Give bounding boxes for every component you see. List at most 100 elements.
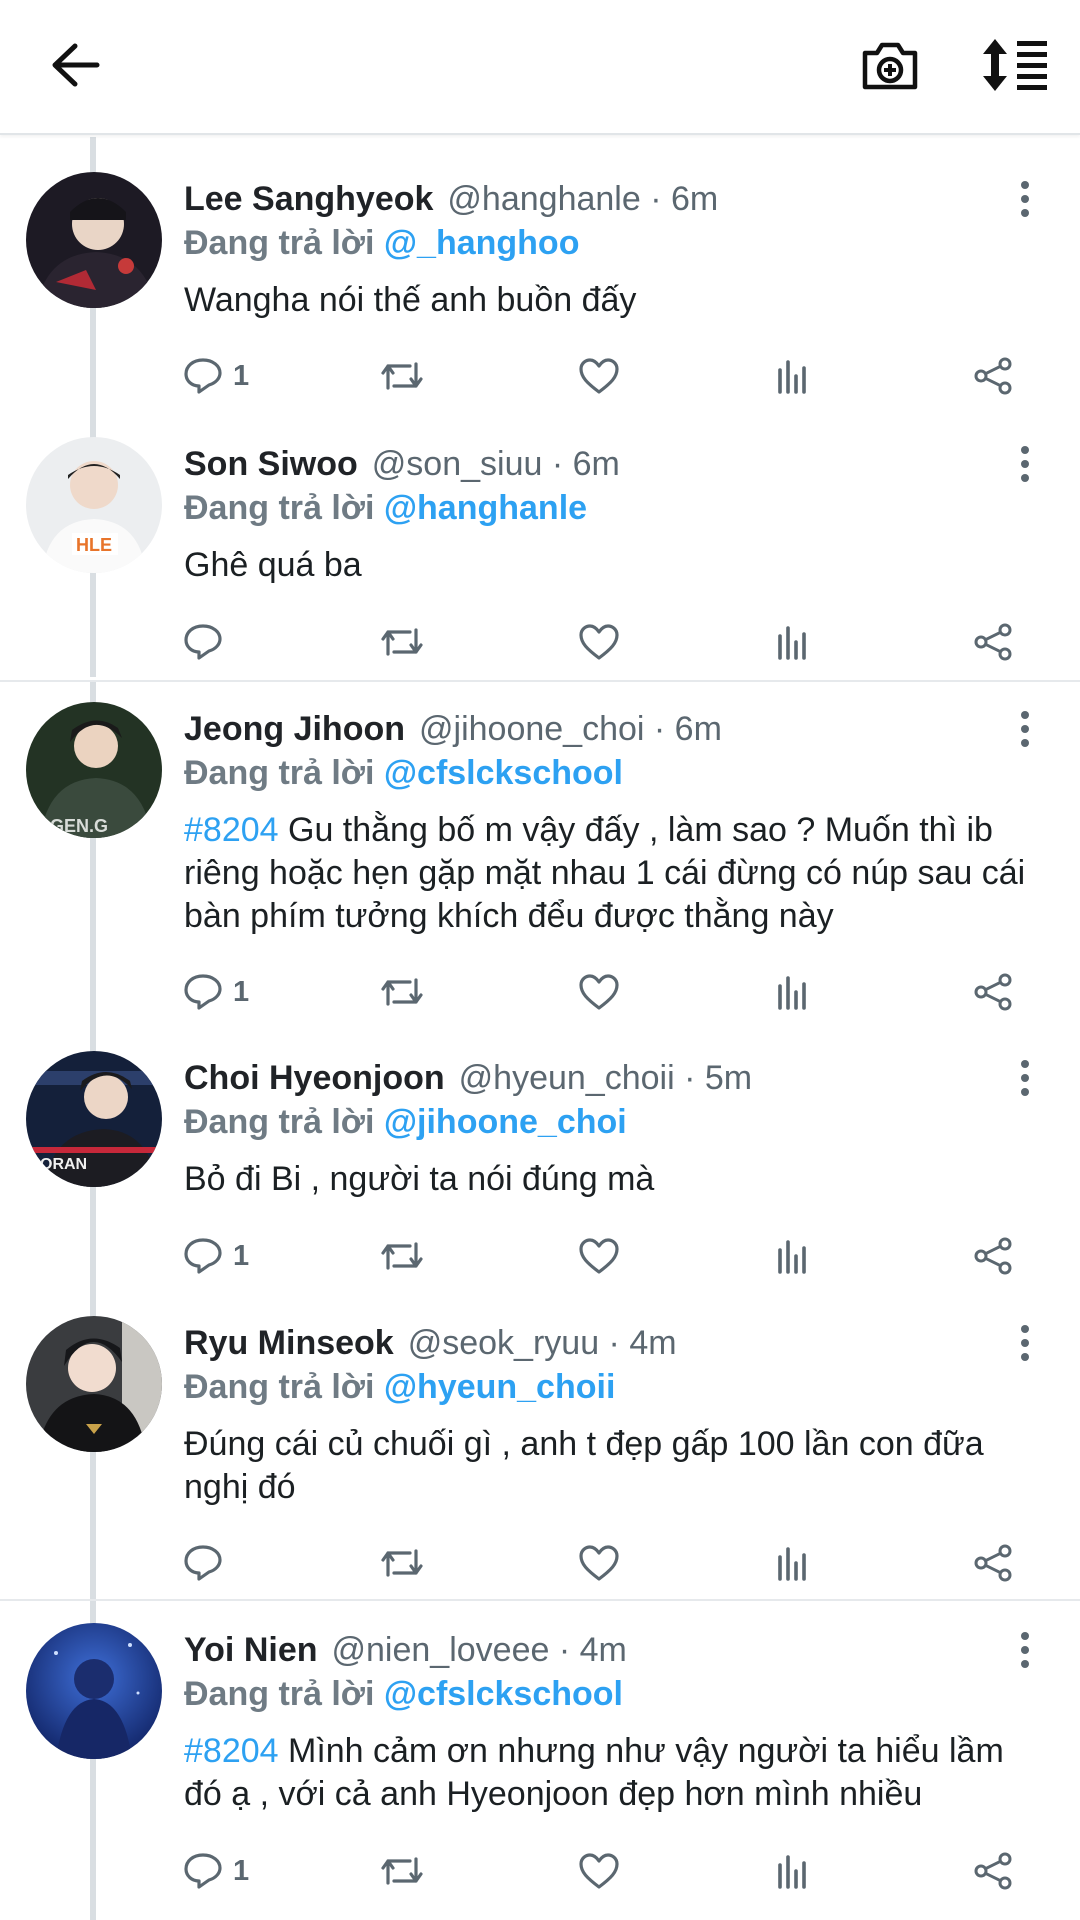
tweet-item[interactable]: Yoi Nien @nien_loveee · 4m Đang trả lời @… bbox=[0, 1588, 1080, 1920]
analytics-button[interactable] bbox=[776, 1538, 810, 1588]
tweet-text-content: Wangha nói thế anh buồn đấy bbox=[184, 281, 637, 319]
hashtag-link[interactable]: #8204 bbox=[184, 1732, 279, 1770]
share-button[interactable] bbox=[973, 1231, 1013, 1281]
replying-to-handle[interactable]: @jihoone_choi bbox=[384, 1103, 627, 1141]
retweet-button[interactable] bbox=[378, 967, 426, 1017]
reply-icon bbox=[184, 1545, 222, 1581]
tweet-text-content: Đúng cái củ chuối gì , anh t đẹp gấp 100… bbox=[184, 1425, 984, 1506]
retweet-button[interactable] bbox=[378, 351, 426, 401]
svg-text:HLE: HLE bbox=[76, 535, 112, 555]
reply-button[interactable]: 1 bbox=[183, 1846, 249, 1896]
retweet-button[interactable] bbox=[378, 1231, 426, 1281]
share-icon bbox=[974, 1544, 1012, 1582]
reply-button[interactable]: 1 bbox=[183, 967, 249, 1017]
more-options-icon[interactable] bbox=[1010, 1323, 1040, 1363]
retweet-icon bbox=[381, 1549, 423, 1577]
replying-to: Đang trả lời @cfslckschool bbox=[184, 1672, 623, 1716]
tweet-item[interactable]: GEN.G Jeong Jihoon @jihoone_choi · 6m Đan… bbox=[0, 667, 1080, 1017]
like-button[interactable] bbox=[578, 1846, 620, 1896]
retweet-button[interactable] bbox=[378, 617, 426, 667]
sort-list-icon[interactable] bbox=[978, 28, 1054, 102]
like-button[interactable] bbox=[578, 351, 620, 401]
retweet-icon bbox=[381, 362, 423, 390]
tweet-item[interactable]: HLE Son Siwoo @son_siuu · 6m Đang trả lời… bbox=[0, 402, 1080, 672]
tweet-text: Đúng cái củ chuối gì , anh t đẹp gấp 100… bbox=[184, 1423, 1044, 1509]
tweet-header: Ryu Minseok @seok_ryuu · 4m bbox=[184, 1321, 677, 1365]
replying-to-handle[interactable]: @cfslckschool bbox=[384, 1675, 623, 1713]
more-options-icon[interactable] bbox=[1010, 1630, 1040, 1670]
reply-icon bbox=[184, 1238, 222, 1274]
author-handle-time: @nien_loveee · 4m bbox=[331, 1631, 627, 1669]
reply-button[interactable]: 1 bbox=[183, 1231, 249, 1281]
tweet-text-content: Gu thằng bố m vậy đấy , làm sao ? Muốn t… bbox=[184, 811, 1026, 935]
avatar[interactable]: HLE bbox=[26, 437, 162, 573]
tweet-item[interactable]: Ryu Minseok @seok_ryuu · 4m Đang trả lời … bbox=[0, 1281, 1080, 1591]
more-options-icon[interactable] bbox=[1010, 709, 1040, 749]
replying-to-handle[interactable]: @hyeun_choii bbox=[384, 1368, 616, 1406]
like-button[interactable] bbox=[578, 617, 620, 667]
retweet-button[interactable] bbox=[378, 1846, 426, 1896]
author-name[interactable]: Ryu Minseok bbox=[184, 1324, 394, 1362]
heart-icon bbox=[579, 1238, 619, 1274]
author-handle-time: @seok_ryuu · 4m bbox=[407, 1324, 677, 1362]
avatar[interactable]: ORAN bbox=[26, 1051, 162, 1187]
share-button[interactable] bbox=[973, 617, 1013, 667]
analytics-button[interactable] bbox=[776, 617, 810, 667]
like-button[interactable] bbox=[578, 1231, 620, 1281]
replying-to: Đang trả lời @jihoone_choi bbox=[184, 1100, 627, 1144]
tweet-item[interactable]: ORAN Choi Hyeonjoon @hyeun_choii · 5m Đan… bbox=[0, 1016, 1080, 1281]
replying-to: Đang trả lời @cfslckschool bbox=[184, 751, 623, 795]
replying-to-handle[interactable]: @_hanghoo bbox=[384, 224, 580, 262]
heart-icon bbox=[579, 358, 619, 394]
analytics-button[interactable] bbox=[776, 351, 810, 401]
share-button[interactable] bbox=[973, 1846, 1013, 1896]
share-button[interactable] bbox=[973, 1538, 1013, 1588]
avatar[interactable] bbox=[26, 1623, 162, 1759]
tweet-actions: 1 bbox=[0, 1231, 1080, 1281]
heart-icon bbox=[579, 624, 619, 660]
share-icon bbox=[974, 623, 1012, 661]
analytics-button[interactable] bbox=[776, 1231, 810, 1281]
replying-to-label: Đang trả lời bbox=[184, 489, 375, 527]
more-options-icon[interactable] bbox=[1010, 179, 1040, 219]
retweet-button[interactable] bbox=[378, 1538, 426, 1588]
camera-plus-icon[interactable] bbox=[855, 30, 925, 100]
tweet-text-content: Mình cảm ơn nhưng như vậy người ta hiểu … bbox=[184, 1732, 1004, 1813]
share-button[interactable] bbox=[973, 967, 1013, 1017]
replying-to: Đang trả lời @hyeun_choii bbox=[184, 1365, 615, 1409]
tweet-text: Bỏ đi Bi , người ta nói đúng mà bbox=[184, 1158, 1044, 1201]
analytics-icon bbox=[778, 976, 806, 1010]
avatar[interactable]: GEN.G bbox=[26, 702, 162, 838]
tweet-actions bbox=[0, 1538, 1080, 1588]
avatar[interactable] bbox=[26, 172, 162, 308]
more-options-icon[interactable] bbox=[1010, 1058, 1040, 1098]
tweet-text: Ghê quá ba bbox=[184, 544, 1044, 587]
replying-to-handle[interactable]: @cfslckschool bbox=[384, 754, 623, 792]
author-name[interactable]: Choi Hyeonjoon bbox=[184, 1059, 445, 1097]
analytics-button[interactable] bbox=[776, 1846, 810, 1896]
like-button[interactable] bbox=[578, 1538, 620, 1588]
hashtag-link[interactable]: #8204 bbox=[184, 811, 279, 849]
reply-button[interactable] bbox=[183, 617, 233, 667]
author-handle-time: @son_siuu · 6m bbox=[371, 445, 620, 483]
back-arrow-icon[interactable] bbox=[40, 30, 110, 100]
reply-button[interactable]: 1 bbox=[183, 351, 249, 401]
heart-icon bbox=[579, 1853, 619, 1889]
analytics-button[interactable] bbox=[776, 967, 810, 1017]
author-name[interactable]: Jeong Jihoon bbox=[184, 710, 405, 748]
avatar[interactable] bbox=[26, 1316, 162, 1452]
share-button[interactable] bbox=[973, 351, 1013, 401]
reply-button[interactable] bbox=[183, 1538, 233, 1588]
replying-to-handle[interactable]: @hanghanle bbox=[384, 489, 587, 527]
author-handle-time: @hanghanle · 6m bbox=[447, 180, 719, 218]
author-name[interactable]: Lee Sanghyeok bbox=[184, 180, 433, 218]
share-icon bbox=[974, 1237, 1012, 1275]
tweet-actions: 1 bbox=[0, 967, 1080, 1017]
author-name[interactable]: Yoi Nien bbox=[184, 1631, 318, 1669]
more-options-icon[interactable] bbox=[1010, 444, 1040, 484]
like-button[interactable] bbox=[578, 967, 620, 1017]
author-name[interactable]: Son Siwoo bbox=[184, 445, 358, 483]
tweet-header: Choi Hyeonjoon @hyeun_choii · 5m bbox=[184, 1056, 752, 1100]
tweet-header: Jeong Jihoon @jihoone_choi · 6m bbox=[184, 707, 722, 751]
reply-count: 1 bbox=[233, 359, 250, 392]
